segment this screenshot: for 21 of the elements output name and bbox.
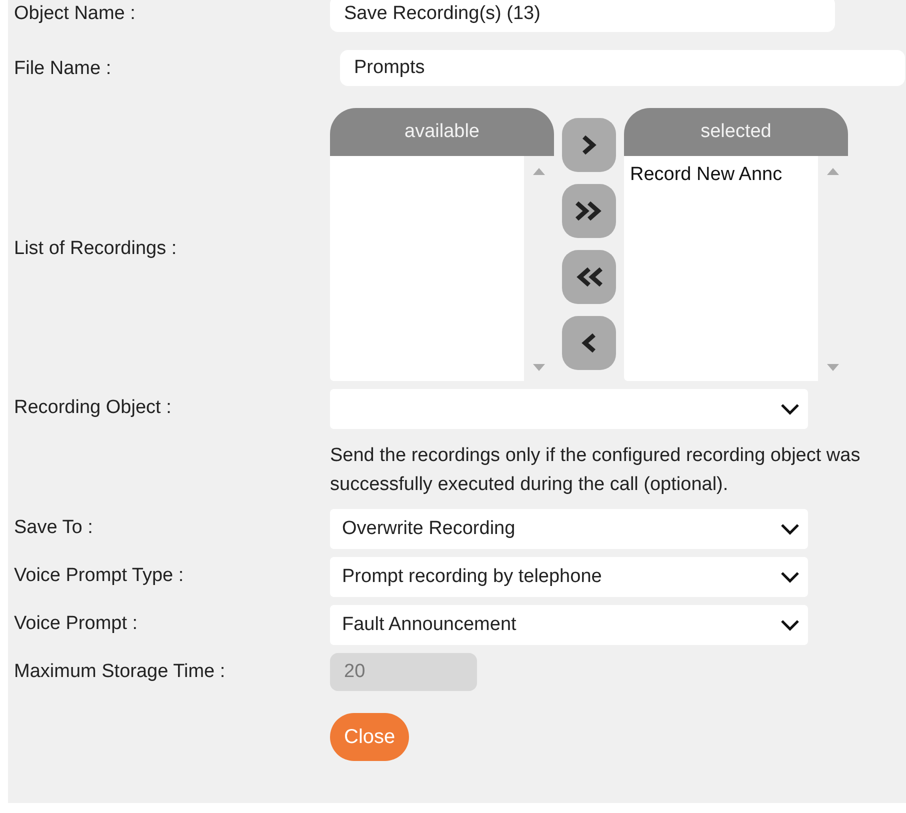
list-box[interactable]: Record New Annc (624, 156, 848, 381)
help-text: Send the recordings only if the configured recording object was successfully executed during the call (optional). (330, 444, 862, 497)
dropdown[interactable]: Overwrite Recording (330, 509, 808, 549)
text-field[interactable]: Save Recording(s) (13) (330, 0, 835, 32)
field-label: List of Recordings : (14, 236, 178, 260)
list-header: available (330, 108, 554, 156)
field-label: Object Name : (14, 2, 136, 25)
field-label: File Name : (14, 57, 112, 80)
field-label: Maximum Storage Time : (14, 660, 226, 683)
text-field[interactable]: Prompts (340, 50, 905, 86)
list-header: selected (624, 108, 848, 156)
field-label: Voice Prompt Type : (14, 564, 185, 587)
field-label: Voice Prompt : (14, 612, 139, 635)
field-label: Save To : (14, 516, 94, 539)
field-label: Recording Object : (14, 396, 172, 419)
dropdown-value: Overwrite Recording (342, 518, 516, 540)
dropdown-value: Prompt recording by telephone (342, 566, 602, 588)
dropdown[interactable]: Prompt recording by telephone (330, 557, 808, 597)
list-item[interactable]: Record New Annc (630, 164, 812, 186)
dropdown[interactable]: Fault Announcement (330, 605, 808, 645)
dropdown-value: Fault Announcement (342, 614, 516, 636)
